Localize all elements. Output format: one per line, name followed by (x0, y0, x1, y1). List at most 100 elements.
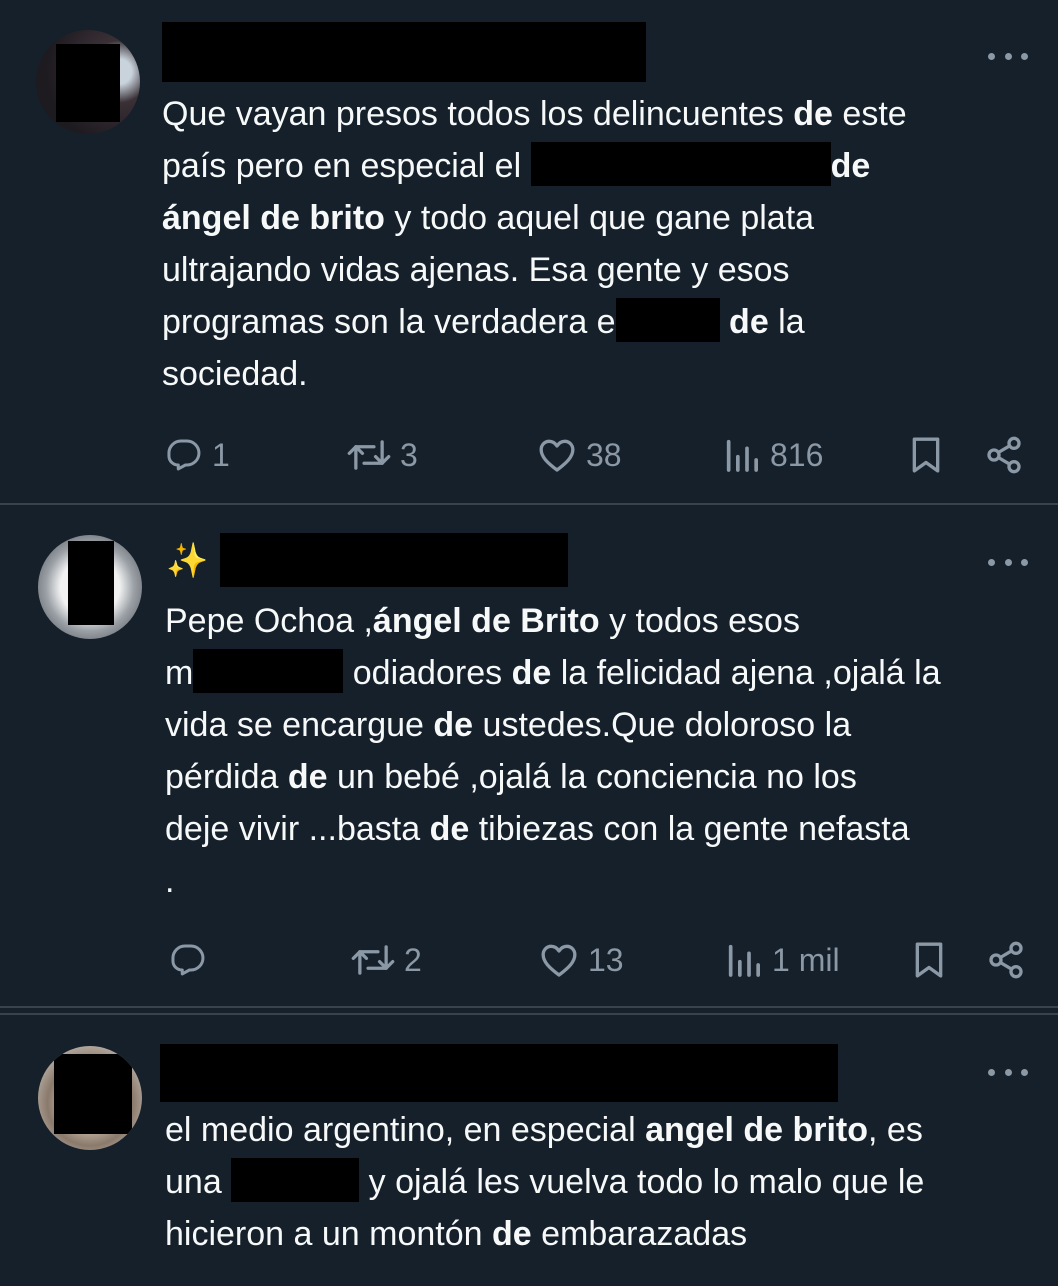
text-segment: programas son la verdadera e (162, 303, 616, 341)
heart-icon (539, 439, 575, 472)
more-icon (988, 52, 995, 60)
tweet-text-line: programas son la verdadera e de la (162, 296, 907, 348)
views-icon (726, 439, 758, 472)
avatar-censor (54, 1054, 132, 1134)
text-segment (720, 303, 729, 341)
highlighted-term: angel de brito (645, 1111, 869, 1149)
text-segment: una (165, 1163, 232, 1201)
highlighted-term: de (830, 147, 871, 185)
tweet-divider (0, 1006, 1058, 1008)
tweet-text-line: deje vivir ...basta de tibiezas con la g… (165, 803, 941, 855)
tweet-text: Pepe Ochoa ,ángel de Brito y todos esos m… (165, 595, 941, 907)
retweet-button[interactable]: 2 (350, 938, 422, 982)
tweet-actions: 2 13 1 mil (0, 938, 1058, 982)
share-button[interactable] (984, 433, 1024, 477)
text-segment: odiadores (343, 654, 512, 692)
text-segment: la (768, 303, 805, 341)
tweet-text-line: ángel de brito y todo aquel que gane pla… (162, 192, 907, 244)
highlighted-term: ángel de Brito (372, 602, 600, 640)
redaction-block (193, 649, 344, 693)
text-segment: pérdida (165, 758, 288, 796)
more-options-button[interactable] (988, 50, 1028, 62)
text-segment: ultrajando vidas ajenas. Esa gente y eso… (162, 251, 790, 289)
text-segment: ustedes.Que doloroso la (473, 706, 852, 744)
retweet-icon (351, 945, 395, 975)
tweet-text-line: Pepe Ochoa ,ángel de Brito y todos esos (165, 595, 941, 647)
more-icon (988, 1068, 995, 1076)
tweet-text: Que vayan presos todos los delincuentes … (162, 88, 907, 400)
views-count: 1 mil (772, 941, 840, 978)
tweet-text-line: el medio argentino, en especial angel de… (165, 1104, 924, 1156)
views-button[interactable]: 816 (722, 433, 823, 477)
tweet-text-line: . (165, 855, 941, 907)
highlighted-term: de (287, 758, 328, 796)
tweet-divider (0, 1013, 1058, 1015)
avatar-censor (68, 541, 114, 625)
avatar-censor (56, 44, 120, 122)
retweet-count: 2 (404, 941, 422, 978)
views-count: 816 (770, 436, 824, 473)
highlighted-term: de (491, 1215, 532, 1253)
bookmark-icon (915, 942, 943, 978)
share-icon (987, 436, 1021, 474)
reply-icon (171, 944, 205, 976)
retweet-count: 3 (400, 436, 418, 473)
more-dot (1004, 52, 1012, 60)
heart-icon (541, 944, 577, 977)
reply-icon (167, 439, 201, 471)
retweet-button[interactable]: 3 (346, 433, 418, 477)
tweet-3[interactable]: el medio argentino, en especial angel de… (0, 1016, 1058, 1286)
avatar[interactable] (36, 30, 140, 134)
sparkle-emoji: ✨ (166, 542, 209, 580)
tweet-1[interactable]: Que vayan presos todos los delincuentes … (0, 0, 1058, 502)
tweet-text-line: Que vayan presos todos los delincuentes … (162, 88, 907, 140)
text-segment: sociedad. (162, 355, 308, 393)
text-segment: deje vivir ...basta (165, 810, 430, 848)
tweet-2[interactable]: ✨ Pepe Ochoa ,ángel de Brito y todos eso… (0, 505, 1058, 1005)
like-button[interactable]: 13 (538, 938, 624, 982)
more-dot (1021, 1068, 1028, 1076)
share-icon (989, 941, 1023, 979)
tweet-text-line: país pero en especial el de (162, 140, 907, 192)
tweet-text: el medio argentino, en especial angel de… (165, 1104, 924, 1260)
highlighted-term: de (729, 303, 769, 341)
text-segment: y todo aquel que gane plata (384, 199, 815, 237)
views-button[interactable]: 1 mil (724, 938, 840, 982)
more-dot (1021, 52, 1028, 60)
highlighted-term: de (511, 654, 552, 692)
redaction-block (231, 1158, 360, 1202)
bookmark-button[interactable] (909, 938, 949, 982)
tweet-text-line: ultrajando vidas ajenas. Esa gente y eso… (162, 244, 907, 296)
reply-button[interactable]: 1 (164, 433, 230, 477)
redaction-block (615, 298, 720, 342)
username-redacted[interactable] (162, 22, 646, 82)
tweet-actions: 1 3 38 816 (0, 433, 1058, 477)
tweet-text-line: pérdida de un bebé ,ojalá la conciencia … (165, 751, 941, 803)
more-dot (1004, 558, 1012, 566)
text-segment: y todos esos (599, 602, 800, 640)
text-segment: hicieron a un montón (165, 1215, 492, 1253)
text-segment: la felicidad ajena ,ojalá la (551, 654, 941, 692)
redaction-block (530, 142, 831, 186)
more-options-button[interactable] (988, 556, 1028, 568)
username-redacted[interactable] (160, 1044, 838, 1102)
text-segment: m (165, 654, 194, 692)
bookmark-button[interactable] (906, 433, 946, 477)
avatar[interactable] (38, 1046, 142, 1150)
text-segment: embarazadas (531, 1215, 748, 1253)
username-redacted[interactable] (220, 533, 568, 587)
retweet-icon (347, 440, 391, 470)
highlighted-term: de (429, 810, 470, 848)
reply-count: 1 (212, 436, 230, 473)
avatar[interactable] (38, 535, 142, 639)
text-segment: el medio argentino, en especial (165, 1111, 646, 1149)
highlighted-term: de (433, 706, 474, 744)
reply-button[interactable] (168, 938, 216, 982)
more-options-button[interactable] (988, 1066, 1028, 1078)
more-dot (1021, 558, 1028, 566)
like-count: 38 (586, 436, 622, 473)
highlighted-term: ángel de brito (162, 199, 385, 237)
share-button[interactable] (986, 938, 1026, 982)
like-button[interactable]: 38 (536, 433, 622, 477)
text-segment: un bebé ,ojalá la conciencia no los (327, 758, 857, 796)
